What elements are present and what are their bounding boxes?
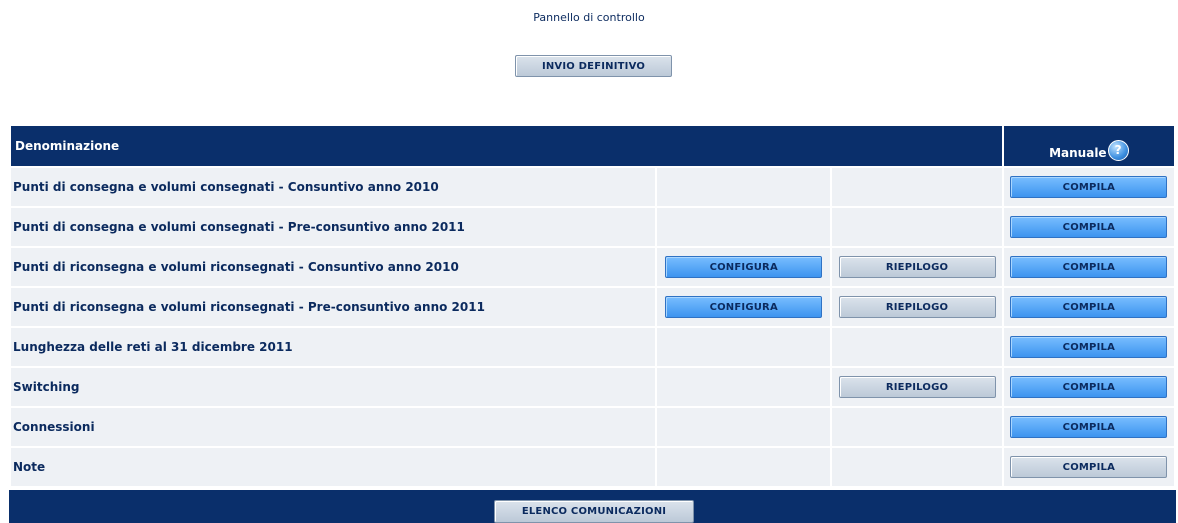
compila-button[interactable]: COMPILA [1010, 376, 1168, 398]
row-cell-configura [657, 448, 831, 486]
row-cell-compila: COMPILA [1003, 168, 1174, 206]
row-label: Punti di consegna e volumi consegnati - … [11, 208, 656, 246]
row-cell-riepilogo: RIEPILOGO [832, 288, 1002, 326]
row-label: Note [11, 448, 656, 486]
row-cell-compila: COMPILA [1003, 368, 1174, 406]
compila-button[interactable]: COMPILA [1010, 336, 1168, 358]
table-row: Note COMPILA [11, 448, 1174, 486]
table-row: Switching RIEPILOGO COMPILA [11, 368, 1174, 406]
page-title: Pannello di controllo [533, 11, 645, 24]
invio-definitivo-button[interactable]: INVIO DEFINITIVO [515, 55, 672, 77]
table-row: Punti di consegna e volumi consegnati - … [11, 208, 1174, 246]
row-label: Lunghezza delle reti al 31 dicembre 2011 [11, 328, 656, 366]
row-cell-compila: COMPILA [1003, 288, 1174, 326]
row-cell-riepilogo [832, 168, 1002, 206]
row-cell-riepilogo [832, 328, 1002, 366]
row-cell-compila: COMPILA [1003, 448, 1174, 486]
header-manuale: Manuale? [1003, 126, 1174, 166]
compila-button[interactable]: COMPILA [1010, 216, 1168, 238]
riepilogo-button[interactable]: RIEPILOGO [838, 256, 996, 278]
row-cell-riepilogo [832, 208, 1002, 246]
row-cell-compila: COMPILA [1003, 328, 1174, 366]
header-manuale-label: Manuale [1049, 145, 1107, 160]
table-row: Lunghezza delle reti al 31 dicembre 2011… [11, 328, 1174, 366]
table-row: Punti di consegna e volumi consegnati - … [11, 168, 1174, 206]
row-cell-configura [657, 408, 831, 446]
row-cell-compila: COMPILA [1003, 248, 1174, 286]
row-cell-riepilogo [832, 448, 1002, 486]
compila-button[interactable]: COMPILA [1010, 296, 1168, 318]
row-cell-riepilogo [832, 408, 1002, 446]
row-cell-configura [657, 208, 831, 246]
compila-button[interactable]: COMPILA [1010, 256, 1168, 278]
header-denominazione: Denominazione [11, 126, 1002, 166]
row-cell-configura: CONFIGURA [657, 288, 831, 326]
row-label: Punti di riconsegna e volumi riconsegnat… [11, 288, 656, 326]
elenco-comunicazioni-button[interactable]: ELENCO COMUNICAZIONI [494, 500, 694, 523]
sections-table: Denominazione Manuale? Punti di consegna… [9, 124, 1176, 488]
row-label: Connessioni [11, 408, 656, 446]
configura-button[interactable]: CONFIGURA [665, 296, 823, 318]
row-cell-configura: CONFIGURA [657, 248, 831, 286]
compila-button[interactable]: COMPILA [1010, 456, 1168, 478]
row-cell-configura [657, 168, 831, 206]
riepilogo-button[interactable]: RIEPILOGO [838, 296, 996, 318]
table-row: Connessioni COMPILA [11, 408, 1174, 446]
configura-button[interactable]: CONFIGURA [665, 256, 823, 278]
row-cell-riepilogo: RIEPILOGO [832, 248, 1002, 286]
row-cell-configura [657, 368, 831, 406]
help-icon[interactable]: ? [1107, 139, 1129, 161]
compila-button[interactable]: COMPILA [1010, 176, 1168, 198]
row-label: Switching [11, 368, 656, 406]
row-cell-riepilogo: RIEPILOGO [832, 368, 1002, 406]
row-label: Punti di riconsegna e volumi riconsegnat… [11, 248, 656, 286]
compila-button[interactable]: COMPILA [1010, 416, 1168, 438]
table-row: Punti di riconsegna e volumi riconsegnat… [11, 248, 1174, 286]
row-cell-configura [657, 328, 831, 366]
row-cell-compila: COMPILA [1003, 208, 1174, 246]
riepilogo-button[interactable]: RIEPILOGO [838, 376, 996, 398]
table-row: Punti di riconsegna e volumi riconsegnat… [11, 288, 1174, 326]
table-header-row: Denominazione Manuale? [11, 126, 1174, 166]
row-label: Punti di consegna e volumi consegnati - … [11, 168, 656, 206]
row-cell-compila: COMPILA [1003, 408, 1174, 446]
